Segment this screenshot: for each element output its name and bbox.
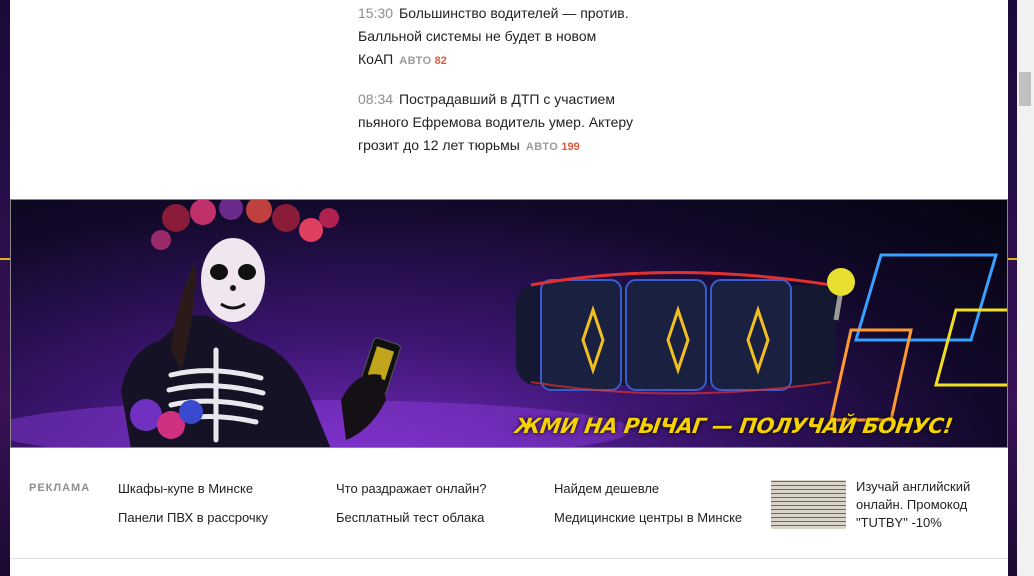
- casino-banner[interactable]: ЖМИ НА РЫЧАГ — ПОЛУЧАЙ БОНУС!: [10, 199, 1008, 448]
- ad-link-wardrobes[interactable]: Шкафы-купе в Минске: [118, 481, 253, 496]
- ad-link-pvc-panels[interactable]: Панели ПВХ в рассрочку: [118, 510, 268, 525]
- side-background-left[interactable]: [0, 0, 10, 576]
- ads-block: РЕКЛАМА Шкафы-купе в Минске Панели ПВХ в…: [10, 448, 1008, 559]
- ad-link-cloud-test[interactable]: Бесплатный тест облака: [336, 510, 484, 525]
- ad-link-find-cheaper[interactable]: Найдем дешевле: [554, 481, 659, 496]
- banner-slogan[interactable]: ЖМИ НА РЫЧАГ — ПОЛУЧАЙ БОНУС!: [513, 414, 954, 438]
- comment-count[interactable]: 199: [561, 141, 579, 153]
- main-content: 15:30 Большинство водителей — против. Бал…: [10, 0, 1008, 576]
- side-background-right[interactable]: [1008, 0, 1017, 576]
- news-time: 08:34: [358, 91, 394, 107]
- banner-artwork: [11, 200, 1007, 447]
- scrollbar-thumb[interactable]: [1019, 72, 1031, 106]
- ad-thumbnail-dictionary[interactable]: [771, 480, 846, 529]
- ad-link-english-promo[interactable]: Изучай английский онлайн. Промокод "TUTB…: [856, 478, 996, 532]
- ad-link-medical-centers[interactable]: Медицинские центры в Минске: [554, 510, 742, 525]
- news-tag[interactable]: АВТО: [526, 141, 558, 153]
- news-item[interactable]: 15:30 Большинство водителей — против. Бал…: [358, 2, 668, 73]
- news-tag[interactable]: АВТО: [399, 55, 431, 67]
- ads-label: РЕКЛАМА: [29, 482, 91, 494]
- vertical-scrollbar[interactable]: [1017, 0, 1034, 576]
- ad-link-online-annoyance[interactable]: Что раздражает онлайн?: [336, 481, 487, 496]
- comment-count[interactable]: 82: [435, 55, 447, 67]
- page: 15:30 Большинство водителей — против. Бал…: [0, 0, 1034, 576]
- news-title[interactable]: Пострадавший в ДТП с участием пьяного Еф…: [358, 91, 633, 153]
- news-time: 15:30: [358, 5, 394, 21]
- news-item[interactable]: 08:34 Пострадавший в ДТП с участием пьяно…: [358, 88, 668, 159]
